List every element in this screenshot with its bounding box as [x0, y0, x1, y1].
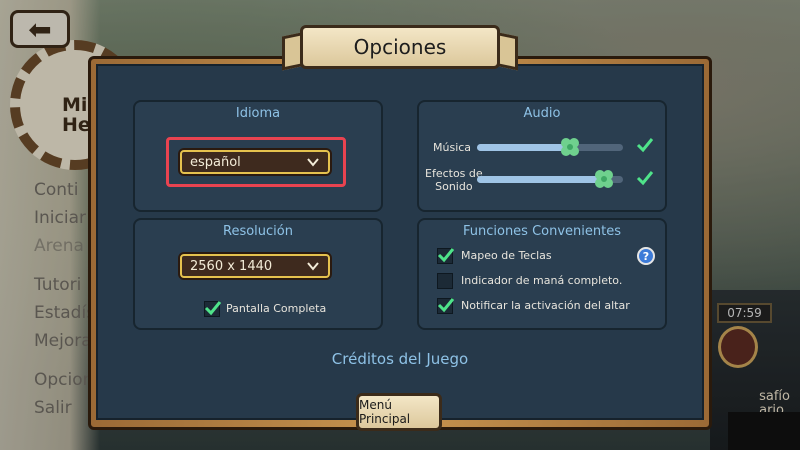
music-enabled-checkbox[interactable] [636, 138, 654, 155]
help-icon[interactable]: ? [637, 247, 655, 265]
audio-title: Audio [523, 106, 561, 121]
sfx-slider-knob-icon[interactable] [594, 169, 614, 189]
mana-indicator-checkbox[interactable] [437, 273, 453, 289]
check-icon [437, 248, 455, 263]
sfx-slider-fill [477, 176, 605, 183]
resolution-title: Resolución [223, 224, 293, 239]
music-slider-fill [477, 144, 571, 151]
altar-notify-label: Notificar la activación del altar [461, 299, 630, 312]
language-highlight-box [166, 137, 346, 187]
key-mapping-checkbox[interactable] [437, 248, 455, 264]
fullscreen-label: Pantalla Completa [226, 302, 327, 315]
idioma-title: Idioma [235, 106, 281, 121]
resolution-selected: 2560 x 1440 [190, 258, 273, 274]
sfx-slider[interactable] [477, 170, 623, 188]
check-icon [204, 301, 222, 316]
audio-section: Audio [417, 100, 667, 212]
music-slider[interactable] [477, 138, 623, 156]
check-icon [636, 171, 654, 186]
convenience-title: Funciones Convenientes [462, 224, 622, 239]
sfx-label: Efectos de Sonido [425, 167, 483, 193]
fullscreen-checkbox[interactable] [204, 301, 222, 317]
music-label: Música [433, 141, 472, 154]
check-icon [437, 298, 455, 313]
dialog-title: Opciones [353, 35, 447, 59]
key-mapping-label: Mapeo de Teclas [461, 249, 552, 262]
music-slider-knob-icon[interactable] [560, 137, 580, 157]
main-menu-button[interactable]: Menú Principal [356, 393, 442, 431]
sfx-enabled-checkbox[interactable] [636, 171, 654, 188]
credits-link[interactable]: Créditos del Juego [300, 350, 500, 368]
resolution-dropdown[interactable]: 2560 x 1440 [180, 254, 330, 278]
check-icon [636, 138, 654, 153]
mana-indicator-label: Indicador de maná completo. [461, 274, 623, 287]
altar-notify-checkbox[interactable] [437, 298, 455, 314]
chevron-down-icon [307, 262, 319, 271]
dialog-title-banner: Opciones [300, 25, 500, 69]
